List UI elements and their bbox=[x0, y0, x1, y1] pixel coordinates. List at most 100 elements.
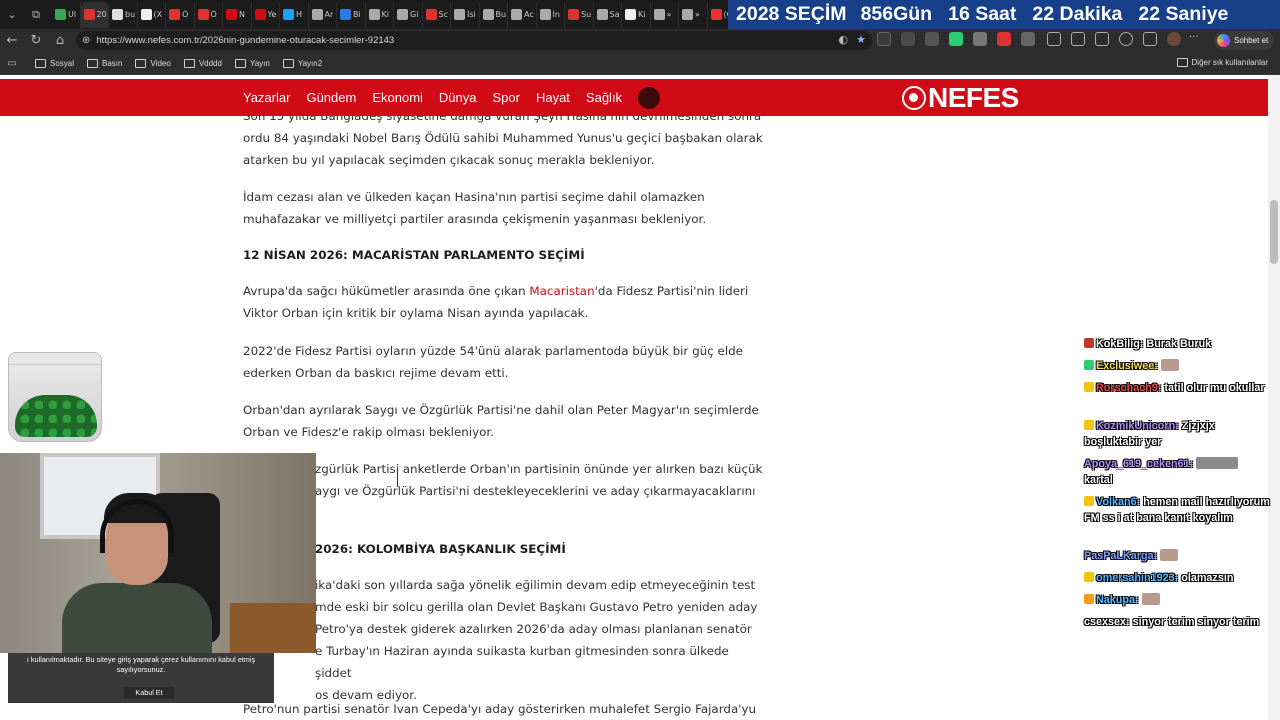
browser-tab[interactable]: İn bbox=[537, 1, 565, 28]
site-logo[interactable]: NEFES bbox=[902, 82, 1019, 114]
tab-favicon-icon bbox=[283, 9, 294, 20]
back-arrow-icon[interactable]: ← bbox=[0, 30, 24, 52]
extensions-puzzle-icon[interactable] bbox=[1071, 32, 1085, 46]
tab-search-icon[interactable]: ⌄ bbox=[0, 3, 24, 27]
folder-icon bbox=[35, 58, 46, 68]
split-screen-icon[interactable] bbox=[1047, 32, 1061, 46]
chat-emote-icon bbox=[1141, 593, 1160, 605]
chat-message: Volkan6: hemen mail hazırlıyorum FM ss i… bbox=[1084, 494, 1274, 526]
scrollbar-thumb[interactable] bbox=[1270, 200, 1278, 264]
browser-tab[interactable]: Ac bbox=[508, 1, 537, 28]
bookmark-label: Vdddd bbox=[198, 58, 222, 68]
bookmark-label: Yayın2 bbox=[297, 58, 323, 68]
browser-tab[interactable]: Ki bbox=[622, 1, 651, 28]
chat-badge-icon bbox=[1084, 338, 1094, 348]
tab-label: » bbox=[666, 10, 672, 19]
bookmark-folder[interactable]: Yayın bbox=[234, 58, 270, 68]
reader-icon[interactable]: ◐ bbox=[839, 33, 849, 46]
extension-icon[interactable] bbox=[949, 32, 963, 46]
site-header: Yazarlar Gündem Ekonomi Dünya Spor Hayat Sağlı… bbox=[0, 79, 1268, 116]
nav-link[interactable]: Hayat bbox=[536, 90, 570, 105]
chat-message: csexsex: sinyor terim sinyor terim bbox=[1084, 614, 1274, 630]
folder-icon bbox=[87, 58, 99, 68]
logo-text: NEFES bbox=[928, 82, 1019, 113]
bookmark-folder[interactable]: Vdddd bbox=[183, 58, 222, 68]
tab-favicon-icon bbox=[397, 9, 408, 20]
chat-badge-icon bbox=[1084, 594, 1094, 604]
extension-icon[interactable] bbox=[901, 32, 915, 46]
browser-tab[interactable]: Ö bbox=[195, 1, 223, 28]
accept-cookies-button[interactable]: Kabul Et bbox=[124, 687, 174, 699]
browser-tab[interactable]: N bbox=[223, 1, 252, 28]
chat-badge-icon bbox=[1084, 360, 1094, 370]
menu-dots-icon[interactable]: ··· bbox=[1189, 32, 1203, 46]
tab-label: Su bbox=[581, 10, 592, 19]
bookmark-folder[interactable]: Yayın2 bbox=[282, 58, 323, 68]
extension-icon[interactable] bbox=[973, 32, 987, 46]
extension-icon[interactable] bbox=[925, 32, 939, 46]
browser-tab[interactable]: Ye bbox=[252, 1, 280, 28]
nav-link[interactable]: Ekonomi bbox=[372, 90, 423, 105]
nav-link[interactable]: Sağlık bbox=[586, 90, 622, 105]
browser-tab[interactable]: Bi bbox=[337, 1, 366, 28]
browser-tab[interactable]: (X bbox=[138, 1, 166, 28]
tab-favicon-icon bbox=[425, 9, 437, 20]
collections-icon[interactable] bbox=[1143, 32, 1157, 46]
favorite-star-icon[interactable]: ★ bbox=[856, 33, 866, 46]
browser-tab[interactable]: Ki bbox=[366, 1, 394, 28]
browser-tab[interactable]: » bbox=[679, 1, 708, 28]
heart-icon[interactable] bbox=[1119, 32, 1133, 46]
folder-icon bbox=[183, 58, 195, 68]
nav-link[interactable]: Gündem bbox=[306, 90, 356, 105]
bookmark-folder[interactable]: Basın bbox=[87, 58, 122, 68]
countdown-hours: 16 Saat bbox=[948, 3, 1017, 25]
tab-label: Ki bbox=[381, 10, 389, 19]
nav-link[interactable]: Dünya bbox=[439, 90, 477, 105]
bookmark-folder[interactable]: Sosyal bbox=[35, 58, 74, 68]
tab-label: İsi bbox=[467, 10, 476, 19]
profile-avatar[interactable] bbox=[1167, 32, 1181, 46]
copilot-button[interactable]: Sohbet et bbox=[1214, 31, 1274, 50]
site-info-icon[interactable]: ⊕ bbox=[82, 35, 90, 46]
folder-icon bbox=[1176, 58, 1188, 67]
extension-icon[interactable] bbox=[997, 32, 1011, 46]
browser-tab[interactable]: » bbox=[651, 1, 679, 28]
nav-link[interactable]: Spor bbox=[492, 90, 519, 105]
tab-label: Ö bbox=[210, 10, 217, 19]
bookmark-folder[interactable]: Video bbox=[135, 58, 171, 68]
browser-tab[interactable]: Sa bbox=[594, 1, 622, 28]
browser-tab[interactable]: İsi bbox=[451, 1, 480, 28]
chat-text: sinyor terim sinyor terim bbox=[1132, 616, 1260, 628]
workspaces-icon[interactable]: ⧉ bbox=[24, 3, 48, 27]
browser-tab[interactable]: Ul bbox=[52, 1, 81, 28]
nav-more-icon[interactable] bbox=[638, 86, 661, 109]
extension-icon[interactable] bbox=[877, 32, 891, 46]
macaristan-link[interactable]: Macaristan bbox=[529, 284, 594, 298]
browser-tab[interactable]: Sc bbox=[423, 1, 451, 28]
other-bookmarks[interactable]: Diğer sık kullanılanlar bbox=[1176, 58, 1268, 67]
browser-tab[interactable]: H bbox=[280, 1, 309, 28]
countdown-minutes: 22 Dakika bbox=[1032, 3, 1123, 25]
reload-icon[interactable]: ↻ bbox=[24, 30, 48, 52]
browser-tab[interactable]: Gi bbox=[394, 1, 423, 28]
chat-emote-icon bbox=[1160, 549, 1179, 561]
tab-label: Gi bbox=[410, 10, 419, 19]
tab-label: Sa bbox=[609, 10, 620, 19]
nav-link[interactable]: Yazarlar bbox=[243, 90, 290, 105]
home-icon[interactable]: ⌂ bbox=[48, 30, 72, 52]
tab-label: bu bbox=[125, 10, 136, 19]
browser-tab[interactable]: 20 bbox=[80, 1, 109, 28]
chat-message: Rorschach9: tatil olur mu okullar bbox=[1084, 380, 1274, 396]
browser-tab[interactable]: Ar bbox=[309, 1, 337, 28]
browser-tab[interactable]: Su bbox=[565, 1, 594, 28]
browser-tab[interactable]: bu bbox=[109, 1, 138, 28]
browser-tab[interactable]: Bu bbox=[480, 1, 508, 28]
favorites-icon[interactable] bbox=[1095, 32, 1109, 46]
copilot-label: Sohbet et bbox=[1234, 36, 1269, 45]
bookmarks-menu-icon[interactable]: ▭ bbox=[0, 52, 24, 74]
browser-tab[interactable]: Ö bbox=[166, 1, 195, 28]
site-nav: Yazarlar Gündem Ekonomi Dünya Spor Hayat Sağlı… bbox=[243, 79, 676, 116]
url-text[interactable]: https://www.nefes.com.tr/2026nin-gundemi… bbox=[96, 35, 394, 46]
address-bar[interactable]: ⊕ https://www.nefes.com.tr/2026nin-gunde… bbox=[76, 31, 872, 50]
extension-icon[interactable] bbox=[1021, 32, 1035, 46]
